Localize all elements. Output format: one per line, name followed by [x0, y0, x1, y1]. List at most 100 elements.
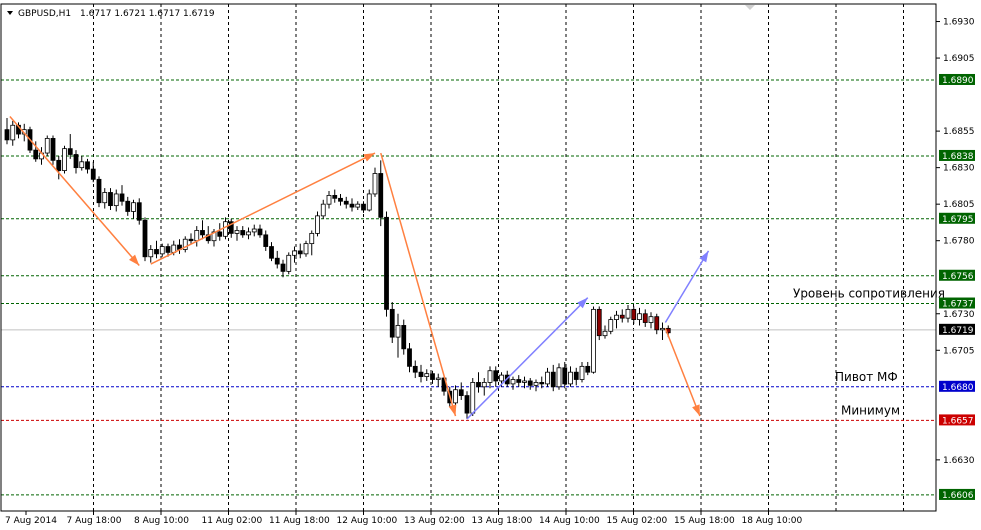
chart-window: Уровень сопротивления Пивот МФ Минимум 1.6…	[0, 0, 981, 530]
candle-body	[407, 348, 412, 367]
candle-body	[79, 161, 85, 169]
candle-body	[223, 221, 228, 237]
ohlc-label: 1.6717 1.6721 1.6717 1.6719	[80, 9, 215, 19]
candle-body	[159, 246, 165, 255]
candle-body	[545, 371, 550, 385]
candle-body	[286, 254, 292, 272]
candle-body	[412, 365, 418, 373]
candle-body	[44, 138, 50, 154]
price-badge-label: 1.6719	[942, 326, 974, 336]
candle-body	[50, 138, 56, 161]
candle-body	[378, 173, 384, 218]
candle-body	[642, 313, 648, 323]
y-tick-label: 1.6905	[943, 54, 975, 64]
price-badge-label: 1.6737	[942, 300, 974, 310]
candle-body	[131, 202, 136, 212]
candle-body	[487, 370, 493, 383]
y-tick-label: 1.6830	[943, 164, 975, 174]
price-badge-label: 1.6795	[942, 215, 974, 225]
x-tick-label: 13 Aug 18:00	[472, 516, 533, 526]
x-tick-label: 14 Aug 10:00	[539, 516, 600, 526]
candle-body	[389, 308, 395, 338]
candle-body	[625, 308, 631, 319]
candle-body	[113, 193, 119, 207]
candle-body	[56, 159, 62, 171]
candle-body	[332, 195, 338, 199]
price-badge-label: 1.6756	[942, 272, 974, 282]
candle-body	[608, 319, 614, 332]
candle-body	[372, 173, 378, 195]
y-tick-label: 1.6630	[943, 456, 975, 466]
candle-body	[602, 330, 608, 337]
candle-body	[10, 124, 16, 141]
y-tick-label: 1.6780	[943, 237, 975, 247]
candle-body	[62, 148, 67, 171]
y-tick-label: 1.6705	[943, 346, 975, 356]
candle-body	[430, 373, 435, 380]
y-tick-label: 1.6730	[943, 310, 975, 320]
x-tick-label: 11 Aug 02:00	[202, 516, 263, 526]
candle-body	[533, 382, 539, 386]
candle-body	[309, 232, 315, 245]
candle-body	[4, 129, 10, 141]
candle-body	[384, 216, 389, 310]
candle-body	[108, 192, 113, 207]
candle-body	[453, 389, 458, 404]
candle-body	[361, 203, 366, 211]
candle-body	[470, 382, 476, 414]
candle-body	[510, 379, 516, 385]
x-tick-label: 18 Aug 10:00	[742, 516, 803, 526]
symbol-label: GBPUSD,H1	[18, 9, 71, 19]
y-tick-label: 1.6855	[943, 127, 975, 137]
candle-body	[234, 230, 240, 234]
candle-body	[527, 380, 533, 386]
x-tick-label: 7 Aug 2014	[5, 516, 57, 526]
candle-body	[136, 202, 142, 221]
candle-body	[320, 203, 326, 217]
candle-body	[579, 365, 585, 380]
candle-body	[297, 250, 303, 255]
price-chart[interactable]: Уровень сопротивления Пивот МФ Минимум 1.6…	[0, 0, 981, 530]
chart-annotation: Минимум	[841, 403, 900, 417]
candle-body	[343, 200, 349, 205]
chart-annotation: Пивот МФ	[835, 370, 898, 384]
x-tick-label: 11 Aug 18:00	[269, 516, 330, 526]
price-badge-label: 1.6680	[942, 383, 974, 393]
candle-body	[550, 371, 556, 388]
candle-body	[194, 230, 200, 242]
x-tick-label: 7 Aug 18:00	[67, 516, 122, 526]
candle-body	[516, 379, 522, 383]
y-tick-label: 1.6805	[943, 200, 975, 210]
candle-body	[499, 374, 504, 382]
candle-body	[338, 197, 343, 202]
candle-body	[366, 193, 372, 211]
candle-body	[637, 313, 642, 320]
candle-body	[125, 200, 131, 212]
candle-body	[188, 238, 194, 242]
x-tick-label: 8 Aug 10:00	[134, 516, 189, 526]
candle-body	[292, 250, 297, 256]
x-tick-label: 13 Aug 02:00	[404, 516, 465, 526]
candle-body	[257, 228, 263, 236]
candle-body	[269, 246, 274, 259]
candle-body	[67, 148, 73, 155]
candle-body	[240, 230, 246, 236]
candle-body	[274, 257, 280, 265]
candle-body	[568, 371, 573, 385]
candle-body	[90, 168, 96, 180]
candle-body	[154, 249, 159, 255]
candle-body	[263, 234, 269, 247]
candle-body	[464, 395, 470, 414]
candle-body	[458, 389, 464, 396]
candle-body	[585, 365, 591, 373]
chart-annotation: Уровень сопротивления	[793, 287, 945, 301]
candle-body	[424, 373, 430, 377]
candle-body	[493, 370, 499, 382]
candle-body	[85, 161, 90, 170]
candle-body	[246, 231, 251, 236]
x-tick-label: 15 Aug 02:00	[607, 516, 668, 526]
candle-body	[596, 308, 602, 337]
candle-body	[648, 316, 654, 323]
candle-body	[96, 178, 102, 204]
price-badge-label: 1.6838	[942, 152, 974, 162]
